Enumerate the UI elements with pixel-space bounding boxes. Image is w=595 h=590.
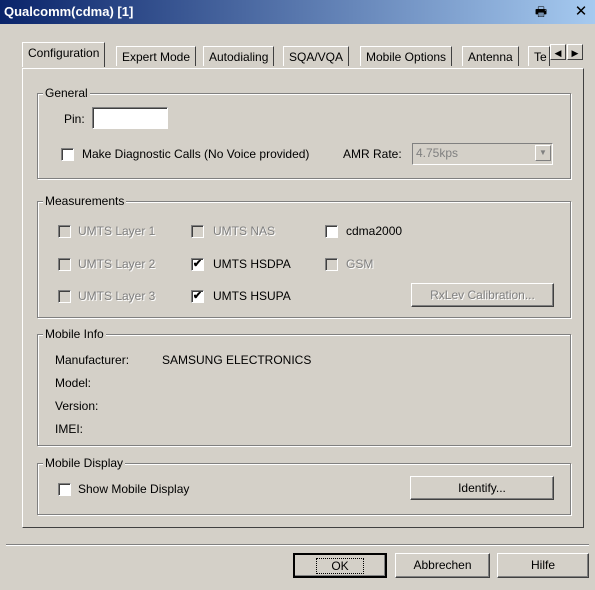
umts-hsdpa-label: UMTS HSDPA <box>213 257 291 271</box>
printer-icon[interactable]: 🖶 <box>532 3 550 20</box>
tab-sqa-vqa[interactable]: SQA/VQA <box>283 46 350 66</box>
imei-label: IMEI: <box>55 422 84 436</box>
general-title: General <box>43 86 90 100</box>
umts-hsdpa-checkbox[interactable]: ✔ <box>191 258 204 271</box>
tab-te[interactable]: Te <box>528 46 550 66</box>
amr-rate-label: AMR Rate: <box>343 147 402 161</box>
close-icon[interactable]: ✕ <box>572 3 590 20</box>
cancel-button[interactable]: Abbrechen <box>395 553 490 578</box>
tab-autodialing[interactable]: Autodialing <box>203 46 275 66</box>
mobile-info-group <box>37 334 571 446</box>
rxlev-calibration-button[interactable]: RxLev Calibration... <box>411 283 554 307</box>
version-label: Version: <box>55 399 99 413</box>
umts-layer1-checkbox[interactable] <box>58 225 71 238</box>
gsm-checkbox[interactable] <box>325 258 338 271</box>
window-title: Qualcomm(cdma) [1] <box>4 4 134 19</box>
cdma2000-label: cdma2000 <box>346 224 403 238</box>
pin-label: Pin: <box>64 112 85 126</box>
tab-mobile-options[interactable]: Mobile Options <box>360 46 453 66</box>
chevron-down-icon: ▼ <box>535 145 551 161</box>
tab-configuration[interactable]: Configuration <box>22 42 106 67</box>
umts-nas-label: UMTS NAS <box>213 224 276 238</box>
umts-nas-checkbox[interactable] <box>191 225 204 238</box>
cdma2000-checkbox[interactable] <box>325 225 338 238</box>
amr-rate-value: 4.75kps <box>416 146 459 160</box>
pin-input[interactable] <box>92 107 168 129</box>
manufacturer-value: SAMSUNG ELECTRONICS <box>162 353 312 367</box>
tab-scroll-left-icon[interactable]: ◀ <box>550 44 566 60</box>
title-bar: Qualcomm(cdma) [1] 🖶 ✕ <box>0 0 595 24</box>
measurements-title: Measurements <box>43 194 127 208</box>
gsm-label: GSM <box>346 257 374 271</box>
umts-layer2-label: UMTS Layer 2 <box>78 257 156 271</box>
umts-layer3-label: UMTS Layer 3 <box>78 289 156 303</box>
ok-button[interactable]: OK <box>293 553 387 578</box>
tab-expert-mode[interactable]: Expert Mode <box>116 46 197 66</box>
separator <box>6 544 589 546</box>
help-button[interactable]: Hilfe <box>497 553 589 578</box>
umts-hsupa-label: UMTS HSUPA <box>213 289 291 303</box>
show-mobile-display-label: Show Mobile Display <box>78 482 190 496</box>
show-mobile-display-checkbox[interactable] <box>58 483 71 496</box>
umts-hsupa-checkbox[interactable]: ✔ <box>191 290 204 303</box>
identify-button[interactable]: Identify... <box>410 476 554 500</box>
umts-layer2-checkbox[interactable] <box>58 258 71 271</box>
manufacturer-label: Manufacturer: <box>55 353 130 367</box>
diagnostic-calls-label: Make Diagnostic Calls (No Voice provided… <box>82 147 310 161</box>
tab-antenna[interactable]: Antenna <box>462 46 519 66</box>
tab-scroll-right-icon[interactable]: ▶ <box>567 44 583 60</box>
umts-layer1-label: UMTS Layer 1 <box>78 224 156 238</box>
mobile-info-title: Mobile Info <box>43 327 106 341</box>
model-label: Model: <box>55 376 92 390</box>
mobile-display-title: Mobile Display <box>43 456 126 470</box>
umts-layer3-checkbox[interactable] <box>58 290 71 303</box>
amr-rate-select[interactable]: 4.75kps ▼ <box>412 143 553 165</box>
ok-label: OK <box>316 558 364 574</box>
general-group <box>37 93 571 179</box>
diagnostic-calls-checkbox[interactable] <box>61 148 74 161</box>
